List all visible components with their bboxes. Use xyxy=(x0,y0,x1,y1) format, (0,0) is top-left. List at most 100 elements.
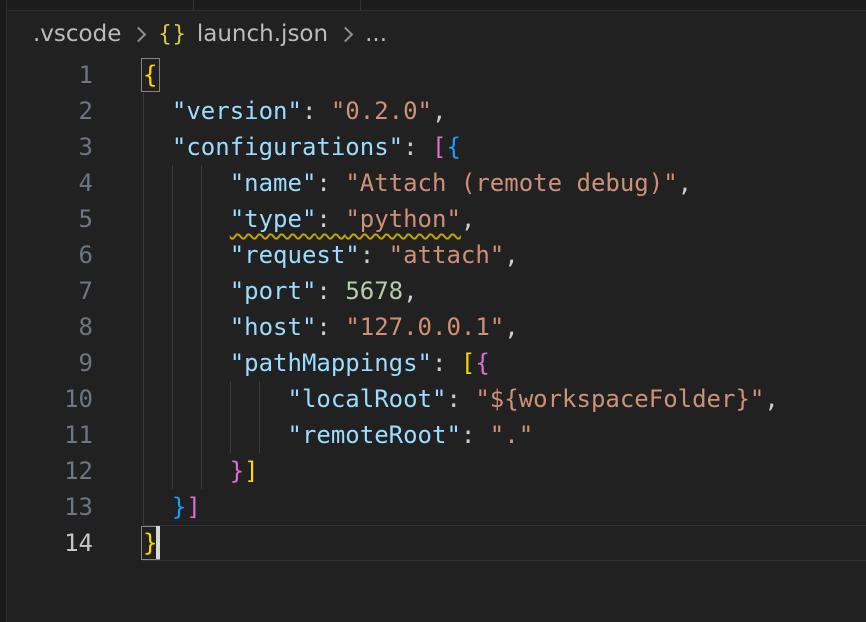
indent-guide xyxy=(230,381,231,417)
vscode-editor-window: .vscode {} launch.json ... 1{2 "version"… xyxy=(0,0,866,622)
code-text: "type": "python", xyxy=(143,201,475,237)
line-number[interactable]: 13 xyxy=(7,489,93,525)
indent-guide xyxy=(259,417,260,453)
code-line[interactable]: 13 }] xyxy=(7,489,866,525)
code-token: "name" xyxy=(230,169,317,197)
indent-guide xyxy=(172,165,173,201)
breadcrumb-folder[interactable]: .vscode xyxy=(33,21,121,47)
indent-guide xyxy=(201,453,202,489)
code-token: ] xyxy=(186,493,200,521)
code-editor[interactable]: 1{2 "version": "0.2.0",3 "configurations… xyxy=(7,57,866,622)
line-number[interactable]: 14 xyxy=(7,525,93,561)
indent-guide xyxy=(172,345,173,381)
indent-guide xyxy=(201,345,202,381)
code-token xyxy=(143,313,230,341)
code-line[interactable]: 2 "version": "0.2.0", xyxy=(7,93,866,129)
code-token: "version" xyxy=(172,97,302,125)
code-token: [ xyxy=(432,133,446,161)
line-number[interactable]: 11 xyxy=(7,417,93,453)
code-token: : xyxy=(316,205,345,233)
code-token: } xyxy=(230,457,244,485)
code-token: ] xyxy=(244,457,258,485)
line-number[interactable]: 7 xyxy=(7,273,93,309)
code-line[interactable]: 12 }] xyxy=(7,453,866,489)
chevron-right-icon xyxy=(338,26,354,42)
code-token: "pathMappings" xyxy=(230,349,432,377)
line-number[interactable]: 8 xyxy=(7,309,93,345)
code-token: , xyxy=(678,169,692,197)
indent-guide xyxy=(172,237,173,273)
line-number[interactable]: 1 xyxy=(7,57,93,93)
code-text: "configurations": [{ xyxy=(143,129,461,165)
line-number[interactable]: 4 xyxy=(7,165,93,201)
code-text: "localRoot": "${workspaceFolder}", xyxy=(143,381,779,417)
line-number[interactable]: 3 xyxy=(7,129,93,165)
line-number[interactable]: 2 xyxy=(7,93,93,129)
code-token: "." xyxy=(490,421,533,449)
code-line[interactable]: 1{ xyxy=(7,57,866,93)
indent-guide xyxy=(172,417,173,453)
code-line[interactable]: 7 "port": 5678, xyxy=(7,273,866,309)
code-token: : xyxy=(360,241,389,269)
code-token: : xyxy=(316,313,345,341)
code-line[interactable]: 6 "request": "attach", xyxy=(7,237,866,273)
code-token: "type" xyxy=(230,205,317,233)
code-token: : xyxy=(316,277,345,305)
breadcrumb-symbol-more[interactable]: ... xyxy=(365,21,387,47)
code-token: : xyxy=(403,133,432,161)
code-line[interactable]: 14} xyxy=(7,525,866,561)
code-text: "version": "0.2.0", xyxy=(143,93,446,129)
code-token: "Attach (remote debug)" xyxy=(345,169,677,197)
line-number[interactable]: 5 xyxy=(7,201,93,237)
indent-guide xyxy=(201,237,202,273)
code-text: }] xyxy=(143,489,201,525)
code-token: , xyxy=(504,241,518,269)
code-token xyxy=(143,385,288,413)
code-line[interactable]: 4 "name": "Attach (remote debug)", xyxy=(7,165,866,201)
code-line[interactable]: 8 "host": "127.0.0.1", xyxy=(7,309,866,345)
code-token xyxy=(143,349,230,377)
indent-guide xyxy=(143,201,144,237)
code-text: "request": "attach", xyxy=(143,237,519,273)
code-token: : xyxy=(302,97,331,125)
indent-guide xyxy=(172,453,173,489)
indent-guide xyxy=(201,309,202,345)
code-token: "localRoot" xyxy=(288,385,447,413)
code-token: "127.0.0.1" xyxy=(345,313,504,341)
text-cursor xyxy=(156,526,160,559)
indent-guide xyxy=(143,381,144,417)
line-number[interactable]: 10 xyxy=(7,381,93,417)
code-token xyxy=(143,421,288,449)
code-line[interactable]: 11 "remoteRoot": "." xyxy=(7,417,866,453)
indent-guide xyxy=(143,237,144,273)
indent-guide xyxy=(172,273,173,309)
indent-guide xyxy=(201,273,202,309)
code-token: : xyxy=(432,349,461,377)
line-number[interactable]: 12 xyxy=(7,453,93,489)
code-token: "${workspaceFolder}" xyxy=(475,385,764,413)
indent-guide xyxy=(172,201,173,237)
indent-guide xyxy=(143,309,144,345)
indent-guide xyxy=(201,381,202,417)
line-number[interactable]: 6 xyxy=(7,237,93,273)
indent-guide xyxy=(143,453,144,489)
code-line[interactable]: 9 "pathMappings": [{ xyxy=(7,345,866,381)
breadcrumb-file[interactable]: launch.json xyxy=(197,21,328,47)
indent-guide xyxy=(201,417,202,453)
indent-guide xyxy=(143,489,144,525)
indent-guide xyxy=(143,129,144,165)
code-text: "pathMappings": [{ xyxy=(143,345,490,381)
code-token xyxy=(143,97,172,125)
code-line[interactable]: 5 "type": "python", xyxy=(7,201,866,237)
code-token: , xyxy=(403,277,417,305)
line-number[interactable]: 9 xyxy=(7,345,93,381)
code-token: , xyxy=(504,313,518,341)
code-line[interactable]: 10 "localRoot": "${workspaceFolder}", xyxy=(7,381,866,417)
code-line[interactable]: 3 "configurations": [{ xyxy=(7,129,866,165)
code-token: , xyxy=(764,385,778,413)
current-line-highlight xyxy=(143,525,866,561)
code-text: "port": 5678, xyxy=(143,273,418,309)
code-token xyxy=(143,241,230,269)
code-text: "name": "Attach (remote debug)", xyxy=(143,165,692,201)
json-file-icon: {} xyxy=(158,22,187,47)
